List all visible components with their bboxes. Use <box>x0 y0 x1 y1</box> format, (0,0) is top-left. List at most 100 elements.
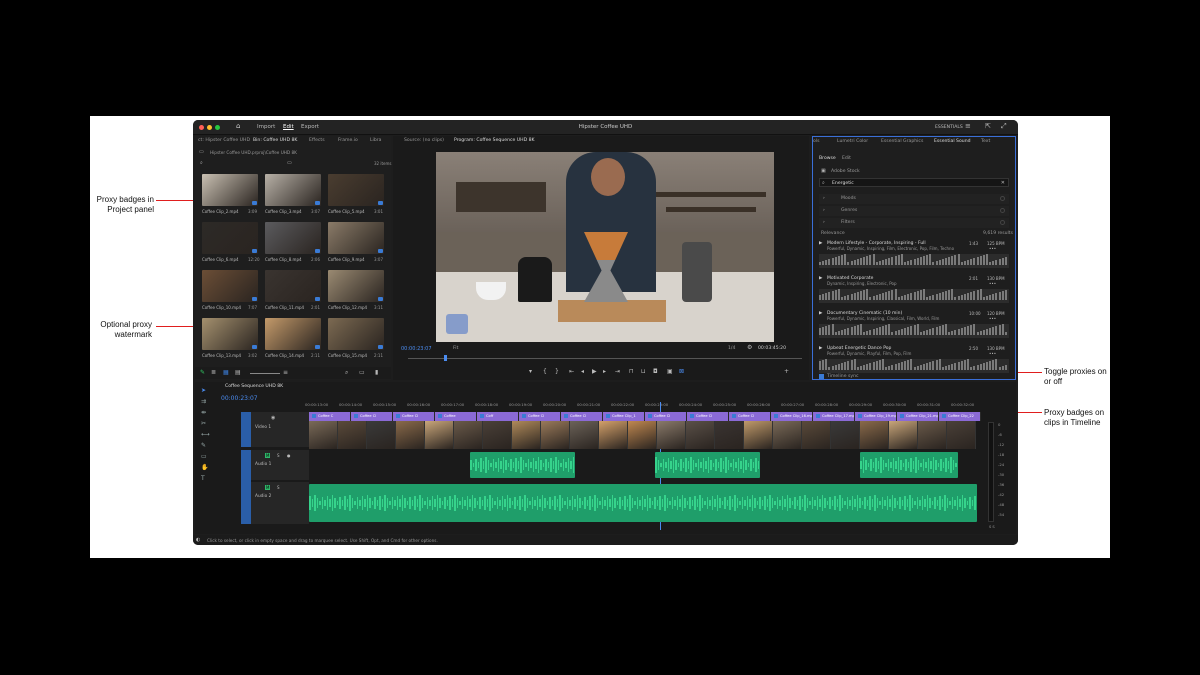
play-result-icon[interactable]: ▶ <box>819 241 822 246</box>
rectangle-tool-icon[interactable]: ▭ <box>201 454 207 460</box>
play-result-icon[interactable]: ▶ <box>819 346 822 351</box>
filter-row[interactable]: › Genres <box>819 206 1009 216</box>
timeline-sync-checkbox[interactable] <box>819 374 824 379</box>
video-clip-frame[interactable] <box>918 421 947 449</box>
audio-clip[interactable] <box>860 452 958 478</box>
solo-button[interactable]: S <box>277 485 280 490</box>
video-clip-frame[interactable] <box>570 421 599 449</box>
track-select-icon[interactable]: ⇉ <box>201 399 207 405</box>
filter-row[interactable]: › Moods <box>819 194 1009 204</box>
step-forward-icon[interactable]: ▸ <box>603 368 606 375</box>
fit-dropdown[interactable]: Fit <box>453 346 458 351</box>
slip-icon[interactable]: ⟷ <box>201 432 210 438</box>
video-clip-frame[interactable] <box>628 421 657 449</box>
timeline-clip-label[interactable]: Coffee Clip_16.mp4 <box>771 412 813 421</box>
project-clip-thumbnail[interactable] <box>265 270 321 302</box>
pencil-icon[interactable]: ✎ <box>200 369 205 376</box>
result-waveform[interactable] <box>819 324 1009 338</box>
project-clip-thumbnail[interactable] <box>202 318 258 350</box>
video-clip-frame[interactable] <box>309 421 338 449</box>
playhead-marker[interactable] <box>444 355 447 361</box>
step-back-icon[interactable]: ◂ <box>581 368 584 375</box>
go-to-in-icon[interactable]: ⇤ <box>569 368 574 375</box>
tab-effects[interactable]: Effects <box>309 138 325 143</box>
solo-button[interactable]: S <box>277 453 280 458</box>
mark-out-icon[interactable]: } <box>555 368 559 375</box>
eye-icon[interactable]: ◉ <box>271 415 275 421</box>
sequence-tab[interactable]: Coffee Sequence UHD 8K <box>225 384 283 389</box>
folder-icon[interactable]: ▭ <box>199 149 204 155</box>
video-clip-frame[interactable] <box>802 421 831 449</box>
extract-icon[interactable]: ⊔ <box>641 368 646 375</box>
video-clip-frame[interactable] <box>338 421 367 449</box>
fullscreen-icon[interactable]: ⇱ <box>985 122 991 130</box>
timeline-clip-label[interactable]: Coffee <box>435 412 477 421</box>
clear-search-icon[interactable]: ✕ <box>1001 180 1005 186</box>
video-clip-frame[interactable] <box>657 421 686 449</box>
tab-bin[interactable]: Bin: Coffee UHD 8K <box>253 138 297 143</box>
project-clip-thumbnail[interactable] <box>265 318 321 350</box>
filter-toggle-icon[interactable] <box>1000 220 1005 225</box>
more-options-icon[interactable]: ••• <box>989 246 996 251</box>
video-clip-frame[interactable] <box>744 421 773 449</box>
razor-icon[interactable]: ✂ <box>201 421 207 427</box>
mute-button[interactable]: M <box>265 453 271 458</box>
more-options-icon[interactable]: ••• <box>989 316 996 321</box>
video-clip-frame[interactable] <box>541 421 570 449</box>
play-icon[interactable]: ▶ <box>592 368 597 375</box>
lift-icon[interactable]: ⊓ <box>629 368 634 375</box>
filter-toggle-icon[interactable] <box>1000 208 1005 213</box>
add-marker-icon[interactable]: ▾ <box>529 368 532 375</box>
track-header-v1[interactable]: V1 Video 1 ◉ <box>241 412 309 447</box>
tab-tools[interactable]: ols <box>813 139 819 144</box>
more-options-icon[interactable]: ••• <box>989 351 996 356</box>
video-clip-frame[interactable] <box>599 421 628 449</box>
tab-program[interactable]: Program: Coffee Sequence UHD 8K <box>454 138 535 143</box>
video-clip-frame[interactable] <box>773 421 802 449</box>
timeline-clip-label[interactable]: Coff <box>477 412 519 421</box>
resolution-dropdown[interactable]: 1/4 <box>728 346 735 351</box>
project-clip-thumbnail[interactable] <box>328 318 384 350</box>
project-clip-thumbnail[interactable] <box>202 222 258 254</box>
audio-clip[interactable] <box>309 484 977 522</box>
filter-row[interactable]: › Filters <box>819 218 1009 228</box>
timeline-clip-label[interactable]: Coffee Cl <box>351 412 393 421</box>
trash-icon[interactable]: ▮ <box>375 369 378 376</box>
timeline-clip-label[interactable]: Coffee Clip_1 <box>603 412 645 421</box>
track-target-a[interactable] <box>241 450 251 524</box>
video-clip-frame[interactable] <box>686 421 715 449</box>
tab-lumetri[interactable]: Lumetri Color <box>837 139 868 144</box>
audio-clip[interactable] <box>655 452 760 478</box>
sound-search-input[interactable]: ⌕ Energetic ✕ <box>819 178 1009 187</box>
result-waveform[interactable] <box>819 359 1009 373</box>
video-clip-frame[interactable] <box>831 421 860 449</box>
track-header-a1[interactable]: A1 Audio 1 M S ● <box>241 450 309 480</box>
video-clip-frame[interactable] <box>512 421 541 449</box>
type-tool-icon[interactable]: T <box>201 476 207 482</box>
project-clip-thumbnail[interactable] <box>265 174 321 206</box>
project-clip-thumbnail[interactable] <box>328 174 384 206</box>
video-clip-frame[interactable] <box>860 421 889 449</box>
mute-button[interactable]: M <box>265 485 271 490</box>
timeline-clip-label[interactable]: Coffee C <box>309 412 351 421</box>
timeline-clip-label[interactable]: Coffee Cl <box>687 412 729 421</box>
video-clip-frame[interactable] <box>396 421 425 449</box>
project-clip-thumbnail[interactable] <box>328 270 384 302</box>
go-to-out-icon[interactable]: ⇥ <box>615 368 620 375</box>
new-item-icon[interactable]: ▭ <box>359 369 365 376</box>
sort-icon[interactable]: ≡ <box>283 369 288 376</box>
list-view-icon[interactable]: ≣ <box>211 369 216 376</box>
ripple-edit-icon[interactable]: ⇹ <box>201 410 207 416</box>
play-result-icon[interactable]: ▶ <box>819 311 822 316</box>
timeline-clip-label[interactable]: Coffee Cl <box>393 412 435 421</box>
toggle-proxies-icon[interactable]: ⊠ <box>679 368 684 375</box>
tab-browse[interactable]: Browse <box>819 156 836 161</box>
mark-in-icon[interactable]: { <box>543 368 547 375</box>
icon-view-icon[interactable]: ▦ <box>223 369 229 376</box>
video-clip-frame[interactable] <box>454 421 483 449</box>
find-icon[interactable]: ⌕ <box>345 369 348 377</box>
audio-clip[interactable] <box>470 452 575 478</box>
zoom-slider[interactable] <box>250 373 280 374</box>
freeform-view-icon[interactable]: ▤ <box>235 369 241 376</box>
wrench-icon[interactable]: ⚙ <box>747 344 752 351</box>
